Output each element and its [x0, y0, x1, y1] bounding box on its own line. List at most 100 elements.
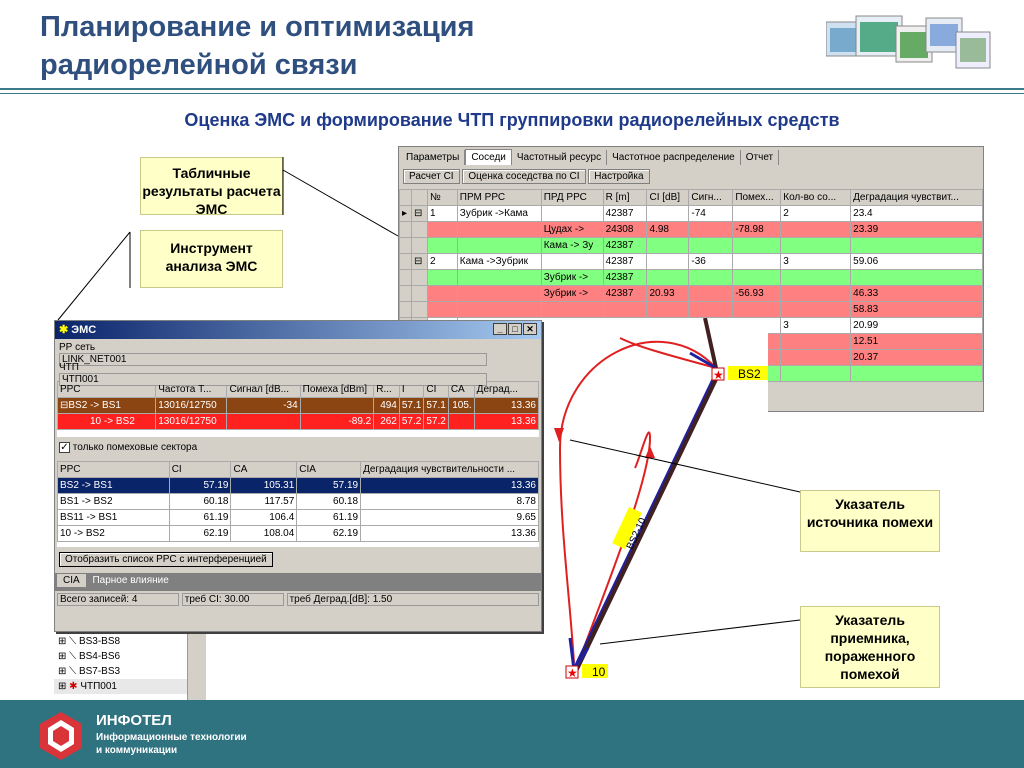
settings-button[interactable]: Настройка [588, 169, 650, 184]
ems-top-row[interactable]: ⊟BS2 -> BS1 13016/12750 -34 494 57.1 57.1 105.… [57, 397, 539, 414]
table-row[interactable]: Цудах -> 24308 4.98 -78.98 23.39 [399, 221, 983, 238]
tab-cia[interactable]: CIA [57, 574, 86, 587]
cell-r: 42387 [602, 205, 648, 222]
ems-top-cell-ca: 105. [447, 397, 475, 414]
cell-prd: Зубрик -> [540, 285, 604, 302]
cell-prd [540, 253, 604, 270]
ems-top-header-cell[interactable]: Помеха [dBm] [299, 381, 375, 398]
cell-expand [410, 221, 428, 238]
tree-scrollbar[interactable] [188, 634, 206, 700]
neighbors-header-row: № ПРМ РРС ПРД РРС R [m] CI [dB] Сигн... … [399, 189, 983, 206]
cell-sig [688, 237, 734, 254]
tree-item[interactable]: ⊞ ⟍ BS3-BS8 [54, 634, 187, 649]
header-prd[interactable]: ПРД РРС [540, 189, 604, 206]
header-ci[interactable]: CI [dB] [646, 189, 690, 206]
table-row[interactable]: Кама -> Зу 42387 [399, 237, 983, 254]
header-prm[interactable]: ПРМ РРС [456, 189, 542, 206]
ems-top-cell-sig [226, 413, 301, 430]
ems-bottom-row[interactable]: BS11 -> BS1 61.19 106.4 61.19 9.65 [57, 509, 539, 526]
tree-item[interactable]: ⊞ ✱ ЧТП001 [54, 679, 187, 694]
header-num[interactable]: № [426, 189, 458, 206]
ems-bottom-tabs: CIA Парное влияние [55, 573, 541, 591]
tab-pair-influence[interactable]: Парное влияние [88, 574, 172, 587]
cell-r: 24308 [602, 221, 648, 238]
ems-bottom-cell-ci: 61.19 [168, 509, 232, 526]
ems-bottom-header-cell[interactable]: CI [168, 461, 232, 478]
cell-expand [410, 237, 428, 254]
ems-top-row[interactable]: 10 -> BS2 13016/12750 -89.2 262 57.2 57.2 13.3… [57, 413, 539, 430]
cell-expand [410, 269, 428, 286]
cell-cnt: 3 [780, 253, 852, 270]
cell-marker [399, 237, 412, 254]
estimate-neighbors-button[interactable]: Оценка соседства по CI [462, 169, 586, 184]
ems-bottom-cell-ci: 60.18 [168, 493, 232, 510]
cell-sig [688, 269, 734, 286]
ems-bottom-header-cell[interactable]: Деградация чувствительности ... [360, 461, 539, 478]
cell-prm [456, 237, 542, 254]
tab-neighbors[interactable]: Соседи [465, 149, 512, 165]
table-row[interactable]: ▸ ⊟ 1 Зубрик ->Кама 42387 -74 2 23.4 [399, 205, 983, 222]
cell-deg: 23.4 [850, 205, 983, 222]
tab-freq-distribution[interactable]: Частотное распределение [607, 150, 741, 165]
tab-freq-resource[interactable]: Частотный ресурс [512, 150, 608, 165]
header-degradation[interactable]: Деградация чувствит... [850, 189, 983, 206]
footer-bar: ИНФОТЕЛ Информационные технологии и комм… [0, 700, 1024, 768]
ems-bottom-table-container: РРС CI CA CIA Деградация чувствительности ..… [57, 461, 539, 547]
ems-bottom-cell-rrs: 10 -> BS2 [57, 525, 170, 542]
tab-report[interactable]: Отчет [741, 150, 780, 165]
thumbnail-collage-image [825, 14, 992, 74]
tree-item[interactable]: ⊞ ⟍ BS7-BS3 [54, 664, 187, 679]
ems-bottom-header-cell[interactable]: CA [230, 461, 298, 478]
ems-bottom-row[interactable]: BS2 -> BS1 57.19 105.31 57.19 13.36 [57, 477, 539, 494]
ems-titlebar[interactable]: ✱ ЭМС _ □ ✕ [55, 321, 541, 339]
show-interference-list-button[interactable]: Отобразить список РРС с интерференцией [59, 552, 273, 567]
interference-curve-1 [558, 340, 717, 664]
cell-cnt: 3 [780, 317, 852, 334]
tree-item[interactable]: ⊞ ⟍ BS4-BS6 [54, 649, 187, 664]
link-icon: ⟍ [69, 666, 77, 677]
close-icon[interactable]: ✕ [523, 323, 537, 335]
cell-num [426, 301, 458, 318]
ems-window: ✱ ЭМС _ □ ✕ РР сеть LINK_NET001 ЧТП ЧТП001… [54, 320, 542, 632]
ems-top-cell-ca [447, 413, 475, 430]
neighbors-toolbar: Расчет CI Оценка соседства по CI Настрой… [399, 165, 983, 189]
cell-num [426, 237, 458, 254]
header-signal[interactable]: Сигн... [688, 189, 734, 206]
ems-bottom-cell-ca: 108.04 [230, 525, 298, 542]
slide-subtitle: Оценка ЭМС и формирование ЧТП группировк… [184, 110, 840, 130]
tab-parameters[interactable]: Параметры [401, 150, 466, 165]
interference-curve-3 [579, 431, 652, 659]
ems-top-cell-freq: 13016/12750 [155, 413, 228, 430]
maximize-icon[interactable]: □ [508, 323, 522, 335]
header-r[interactable]: R [m] [602, 189, 648, 206]
table-row[interactable]: Зубрик -> 42387 20.93 -56.93 46.33 [399, 285, 983, 302]
link-icon: ⟍ [69, 636, 77, 647]
cell-r: 42387 [602, 285, 648, 302]
cell-prm: Зубрик ->Кама [456, 205, 542, 222]
ems-bottom-row[interactable]: 10 -> BS2 62.19 108.04 62.19 13.36 [57, 525, 539, 542]
table-row[interactable]: Зубрик -> 42387 [399, 269, 983, 286]
arrow-head-1 [554, 428, 564, 442]
only-interference-checkbox[interactable]: ✓ [59, 442, 70, 453]
cell-deg [850, 269, 983, 286]
header-interference[interactable]: Помех... [732, 189, 782, 206]
callout-ems-tool: Инструмент анализа ЭМС [140, 230, 283, 288]
cell-sig [688, 301, 734, 318]
cell-pom [732, 253, 782, 270]
ems-top-cell-i: 57.2 [398, 413, 425, 430]
ems-top-header-cell[interactable]: Деград... [473, 381, 539, 398]
bs2-label: BS2 [738, 367, 761, 381]
calc-ci-button[interactable]: Расчет CI [403, 169, 460, 184]
header-count[interactable]: Кол-во со... [780, 189, 852, 206]
ems-bottom-cell-cia: 60.18 [296, 493, 362, 510]
table-row[interactable]: ⊟ 2 Кама ->Зубрик 42387 -36 3 59.06 [399, 253, 983, 270]
map-view[interactable]: BS2 ★ 10 ★ BS2-10 [540, 317, 768, 696]
ems-bottom-header-cell[interactable]: РРС [57, 461, 170, 478]
cell-marker [399, 221, 412, 238]
ems-bottom-header-cell[interactable]: CIA [296, 461, 362, 478]
rr-net-field[interactable]: LINK_NET001 [59, 353, 487, 366]
minimize-icon[interactable]: _ [493, 323, 507, 335]
chtp-label: ЧТП [59, 362, 79, 373]
table-row[interactable]: 58.83 [399, 301, 983, 318]
ems-bottom-row[interactable]: BS1 -> BS2 60.18 117.57 60.18 8.78 [57, 493, 539, 510]
